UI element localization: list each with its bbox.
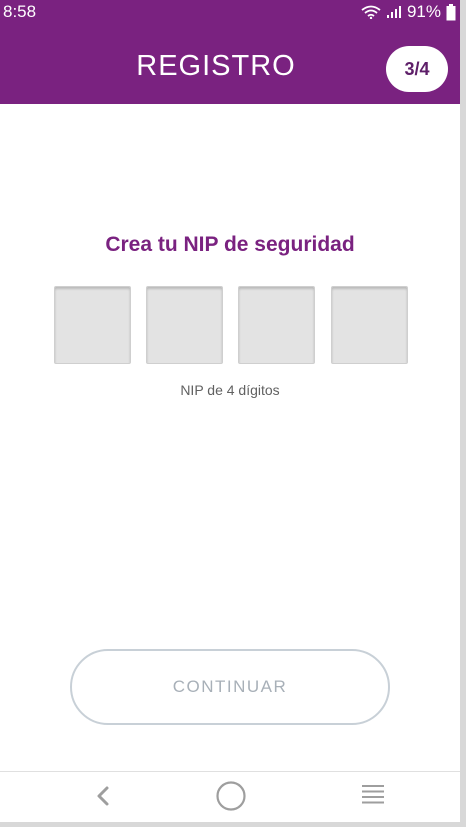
pin-digit-input-2[interactable] — [146, 286, 223, 364]
battery-icon — [446, 3, 456, 21]
system-navigation-bar — [0, 772, 460, 822]
header: REGISTRO 3/4 — [0, 24, 460, 104]
registration-screen: 8:58 91% REGISTRO 3/4 Crea tu NIP de seg… — [0, 0, 466, 827]
back-chevron-icon[interactable] — [92, 784, 114, 813]
pin-title: Crea tu NIP de seguridad — [105, 233, 355, 256]
pin-digit-input-4[interactable] — [331, 286, 408, 364]
status-indicators: 91% — [361, 2, 456, 22]
pin-digit-input-1[interactable] — [54, 286, 131, 364]
pin-hint: NIP de 4 dígitos — [180, 382, 280, 398]
page-title: REGISTRO — [136, 50, 296, 82]
right-edge — [460, 0, 466, 827]
step-indicator-badge: 3/4 — [386, 46, 448, 92]
continue-button[interactable]: CONTINUAR — [70, 649, 390, 725]
battery-percent: 91% — [406, 2, 441, 21]
menu-lines-icon[interactable] — [361, 783, 385, 810]
home-circle-icon[interactable] — [215, 780, 247, 817]
signal-icon — [386, 5, 402, 19]
pin-digit-input-3[interactable] — [238, 286, 315, 364]
app-header-bar: 8:58 91% REGISTRO 3/4 — [0, 0, 460, 104]
status-time: 8:58 — [3, 2, 37, 21]
status-bar: 8:58 91% — [0, 0, 460, 24]
wifi-icon — [361, 5, 381, 19]
bottom-edge — [0, 822, 466, 827]
pin-input-group — [54, 286, 408, 364]
